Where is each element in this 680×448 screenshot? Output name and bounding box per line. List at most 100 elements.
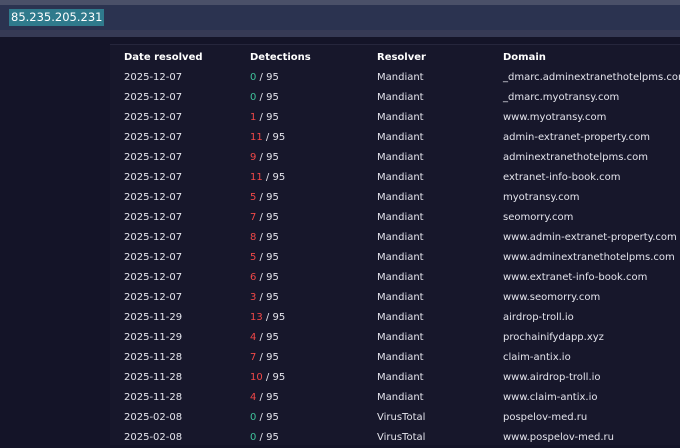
domain-link[interactable]: www.airdrop-troll.io [503,368,601,388]
date-resolved: 2025-12-07 [124,92,183,103]
domain-link[interactable]: admin-extranet-property.com [503,128,650,148]
detections-total: / 95 [256,92,279,103]
domain-link[interactable]: www.admin-extranet-property.com [503,228,677,248]
detections-total: / 95 [262,312,286,323]
resolver: Mandiant [377,332,424,343]
search-query[interactable]: 85.235.205.231 [9,9,105,26]
search-bar[interactable]: 85.235.205.231 [0,5,680,30]
domain-link[interactable]: extranet-info-book.com [503,168,621,188]
date-resolved: 2025-11-29 [124,312,183,323]
detections-cell: 7 / 95 [250,348,279,368]
detections-cell: 0 / 95 [250,88,279,108]
table-row[interactable]: 2025-11-28 4 / 95 Mandiant www.claim-antix.… [110,388,680,408]
detections-total: / 95 [256,292,279,303]
table-row[interactable]: 2025-12-07 0 / 95 Mandiant _dmarc.myotransy… [110,88,680,108]
detections-cell: 13 / 95 [250,308,285,328]
detections-cell: 7 / 95 [250,208,279,228]
detections-total: / 95 [256,72,279,83]
domain-link[interactable]: www.seomorry.com [503,288,600,308]
table-row[interactable]: 2025-12-07 11 / 95 Mandiant extranet-info-b… [110,168,680,188]
date-resolved: 2025-11-28 [124,392,183,403]
table-row[interactable]: 2025-11-29 13 / 95 Mandiant airdrop-troll.i… [110,308,680,328]
detections-cell: 9 / 95 [250,148,279,168]
resolutions-table: Date resolved Detections Resolver Domain… [110,44,680,445]
date-resolved: 2025-12-07 [124,212,183,223]
table-row[interactable]: 2025-12-07 9 / 95 Mandiant adminextranethot… [110,148,680,168]
domain-link[interactable]: www.extranet-info-book.com [503,268,647,288]
resolver: Mandiant [377,372,424,383]
detections-cell: 0 / 95 [250,68,279,88]
resolver: Mandiant [377,152,424,163]
resolver: Mandiant [377,112,424,123]
table-row[interactable]: 2025-11-28 7 / 95 Mandiant claim-antix.io [110,348,680,368]
domain-link[interactable]: adminextranethotelpms.com [503,148,648,168]
detections-cell: 8 / 95 [250,228,279,248]
detections-total: / 95 [256,432,279,443]
date-resolved: 2025-12-07 [124,112,183,123]
domain-link[interactable]: claim-antix.io [503,348,571,368]
domain-link[interactable]: www.adminextranethotelpms.com [503,248,675,268]
table-row[interactable]: 2025-12-07 0 / 95 Mandiant _dmarc.adminextr… [110,68,680,88]
date-resolved: 2025-12-07 [124,172,183,183]
detections-cell: 3 / 95 [250,288,279,308]
date-resolved: 2025-12-07 [124,192,183,203]
table-row[interactable]: 2025-11-29 4 / 95 Mandiant prochainifydapp.… [110,328,680,348]
date-resolved: 2025-02-08 [124,412,183,423]
table-row[interactable]: 2025-02-08 0 / 95 VirusTotal www.pospelov-m… [110,428,680,448]
detections-total: / 95 [262,372,286,383]
detections-total: / 95 [256,112,279,123]
detections-cell: 0 / 95 [250,408,279,428]
resolver: Mandiant [377,72,424,83]
domain-link[interactable]: pospelov-med.ru [503,408,587,428]
resolver: Mandiant [377,232,424,243]
domain-link[interactable]: seomorry.com [503,208,573,228]
detections-count: 13 [250,312,263,323]
detections-total: / 95 [256,192,279,203]
date-resolved: 2025-12-07 [124,232,183,243]
detections-cell: 1 / 95 [250,108,279,128]
date-resolved: 2025-12-07 [124,72,183,83]
detections-total: / 95 [256,392,279,403]
detections-cell: 11 / 95 [250,168,285,188]
domain-link[interactable]: www.pospelov-med.ru [503,428,614,448]
detections-total: / 95 [262,172,286,183]
date-resolved: 2025-12-07 [124,272,183,283]
detections-total: / 95 [256,212,279,223]
domain-link[interactable]: _dmarc.adminextranethotelpms.com [503,68,680,88]
domain-link[interactable]: myotransy.com [503,188,580,208]
table-row[interactable]: 2025-11-28 10 / 95 Mandiant www.airdrop-tro… [110,368,680,388]
table-row[interactable]: 2025-12-07 3 / 95 Mandiant www.seomorry.com [110,288,680,308]
table-row[interactable]: 2025-12-07 5 / 95 Mandiant www.adminextrane… [110,248,680,268]
table-row[interactable]: 2025-12-07 7 / 95 Mandiant seomorry.com [110,208,680,228]
tab-strip [0,30,680,37]
resolver: Mandiant [377,352,424,363]
domain-link[interactable]: _dmarc.myotransy.com [503,88,619,108]
date-resolved: 2025-11-29 [124,332,183,343]
domain-link[interactable]: www.claim-antix.io [503,388,598,408]
date-resolved: 2025-12-07 [124,252,183,263]
column-header-domain[interactable]: Domain [503,48,546,68]
date-resolved: 2025-11-28 [124,352,183,363]
column-header-resolver[interactable]: Resolver [377,48,426,68]
table-row[interactable]: 2025-12-07 5 / 95 Mandiant myotransy.com [110,188,680,208]
resolver: VirusTotal [377,412,426,423]
detections-cell: 0 / 95 [250,428,279,448]
detections-cell: 5 / 95 [250,188,279,208]
domain-link[interactable]: www.myotransy.com [503,108,606,128]
resolver: Mandiant [377,92,424,103]
table-row[interactable]: 2025-12-07 11 / 95 Mandiant admin-extranet-… [110,128,680,148]
table-row[interactable]: 2025-12-07 1 / 95 Mandiant www.myotransy.co… [110,108,680,128]
detections-count: 10 [250,372,263,383]
resolver: Mandiant [377,272,424,283]
date-resolved: 2025-12-07 [124,152,183,163]
table-row[interactable]: 2025-02-08 0 / 95 VirusTotal pospelov-med.r… [110,408,680,428]
resolver: Mandiant [377,192,424,203]
column-header-detections[interactable]: Detections [250,48,311,68]
domain-link[interactable]: airdrop-troll.io [503,308,574,328]
table-row[interactable]: 2025-12-07 6 / 95 Mandiant www.extranet-inf… [110,268,680,288]
resolver: Mandiant [377,312,424,323]
table-row[interactable]: 2025-12-07 8 / 95 Mandiant www.admin-extran… [110,228,680,248]
column-header-date-resolved[interactable]: Date resolved [124,48,203,68]
domain-link[interactable]: prochainifydapp.xyz [503,328,604,348]
detections-cell: 5 / 95 [250,248,279,268]
